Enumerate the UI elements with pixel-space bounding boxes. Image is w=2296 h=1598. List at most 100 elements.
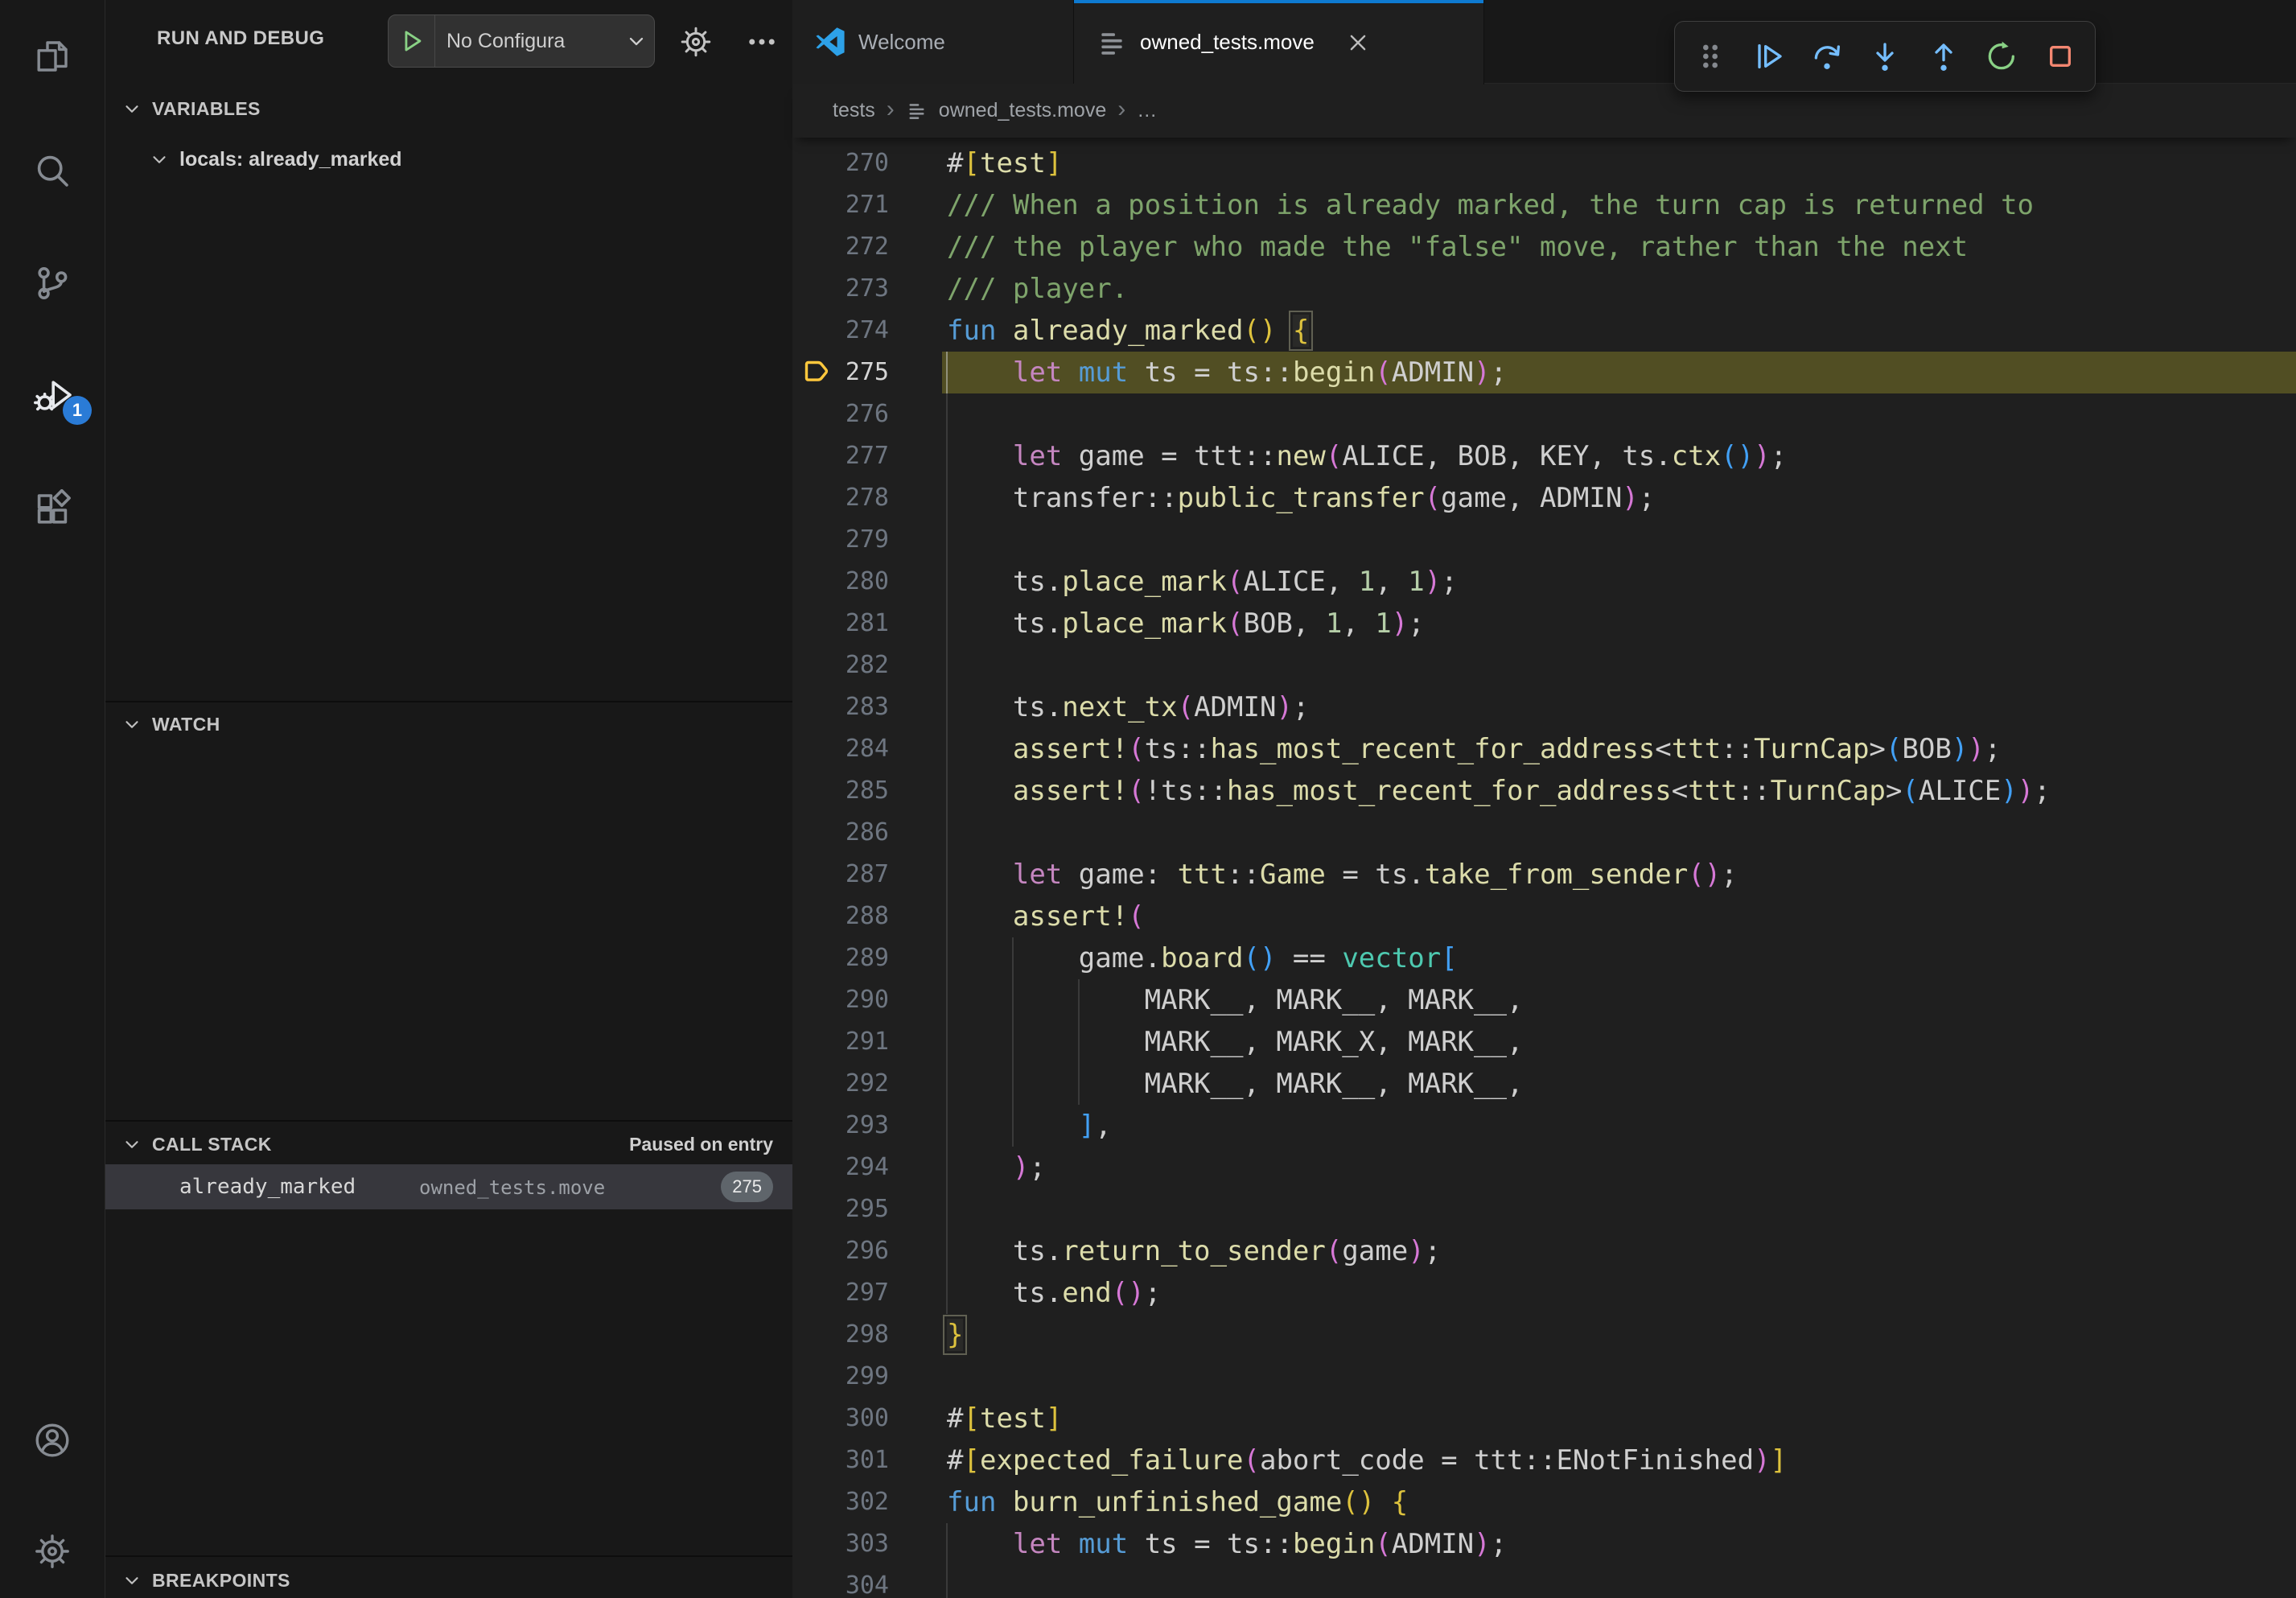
- code-line: 296 ts.return_to_sender(game);: [792, 1230, 2296, 1272]
- step-into-button[interactable]: [1862, 30, 1908, 83]
- chevron-down-icon: [149, 149, 170, 170]
- code-line-text: assert!(!ts::has_most_recent_for_address…: [947, 770, 2051, 812]
- section-divider: [105, 1120, 792, 1122]
- line-number: 273: [792, 268, 889, 310]
- code-line: 301 #[expected_failure(abort_code = ttt::…: [792, 1439, 2296, 1481]
- breadcrumb-item[interactable]: tests: [833, 99, 875, 122]
- breakpoints-section-header[interactable]: BREAKPOINTS: [105, 1561, 792, 1598]
- code-line-text: ],: [947, 1105, 1112, 1147]
- activity-bar: 1: [0, 0, 105, 1598]
- tab-label: owned_tests.move: [1140, 30, 1315, 55]
- line-number: 297: [792, 1272, 889, 1314]
- extensions-icon: [33, 489, 72, 528]
- activity-bar-item-search[interactable]: [0, 146, 105, 195]
- debug-count-badge: 1: [63, 396, 92, 425]
- step-over-button[interactable]: [1804, 30, 1850, 83]
- debug-config-dropdown[interactable]: No Configura: [388, 14, 655, 68]
- code-line-text: let game = ttt::new(ALICE, BOB, KEY, ts.…: [947, 435, 1787, 477]
- code-editor[interactable]: 270#[test]271/// When a position is alre…: [792, 138, 2296, 1598]
- code-line: 286: [792, 812, 2296, 854]
- code-line: 271/// When a position is already marked…: [792, 184, 2296, 226]
- code-line: 303 let mut ts = ts::begin(ADMIN);: [792, 1523, 2296, 1565]
- breadcrumb-separator-icon: ›: [887, 97, 895, 125]
- sidebar-title: RUN AND DEBUG: [157, 27, 324, 50]
- activity-bar-item-extensions[interactable]: [0, 484, 105, 533]
- code-line-text: /// the player who made the "false" move…: [947, 226, 1968, 268]
- call-stack-section-header[interactable]: CALL STACK Paused on entry: [105, 1125, 792, 1163]
- code-line-text: #[expected_failure(abort_code = ttt::ENo…: [947, 1439, 1787, 1481]
- line-number: 302: [792, 1481, 889, 1523]
- code-line-text: assert!(ts::has_most_recent_for_address<…: [947, 728, 2001, 770]
- activity-bar-item-settings[interactable]: [0, 1527, 105, 1575]
- locals-scope-row[interactable]: locals: already_marked: [105, 140, 792, 179]
- code-line-text: MARK__, MARK_X, MARK__,: [947, 1021, 1523, 1063]
- chevron-down-icon: [619, 30, 654, 52]
- activity-bar-item-run-and-debug[interactable]: 1: [0, 372, 105, 420]
- code-line: 292 MARK__, MARK__, MARK__,: [792, 1063, 2296, 1105]
- activity-bar-item-explorer[interactable]: [0, 32, 105, 80]
- breadcrumb-item[interactable]: owned_tests.move: [939, 99, 1106, 122]
- line-number: 301: [792, 1439, 889, 1481]
- chevron-down-icon: [121, 98, 142, 119]
- watch-section-header[interactable]: WATCH: [105, 705, 792, 743]
- call-stack-frame-row[interactable]: already_marked owned_tests.move 275: [105, 1164, 792, 1209]
- line-number: 276: [792, 393, 889, 435]
- code-line-text: );: [947, 1147, 1046, 1188]
- line-number: 285: [792, 770, 889, 812]
- drag-grip[interactable]: [1687, 30, 1734, 83]
- drag-grip-icon: [1694, 40, 1726, 72]
- code-line: 283 ts.next_tx(ADMIN);: [792, 686, 2296, 728]
- activity-bar-item-account[interactable]: [0, 1416, 105, 1464]
- line-number: 303: [792, 1523, 889, 1565]
- debug-status-badge: Paused on entry: [629, 1134, 773, 1155]
- stop-button[interactable]: [2037, 30, 2084, 83]
- views-more-actions-button[interactable]: [744, 24, 780, 60]
- code-line-text: ts.return_to_sender(game);: [947, 1230, 1441, 1272]
- tab-welcome[interactable]: Welcome: [792, 0, 1074, 84]
- code-line-text: assert!(: [947, 896, 1145, 937]
- code-line-text: }: [947, 1314, 963, 1356]
- variables-section-header[interactable]: VARIABLES: [105, 89, 792, 128]
- line-number: 300: [792, 1398, 889, 1439]
- line-number: 288: [792, 896, 889, 937]
- restart-icon: [1985, 40, 2018, 72]
- breadcrumb: tests›owned_tests.move›…: [792, 84, 2296, 138]
- start-debugging-play-icon[interactable]: [389, 15, 435, 67]
- code-line-text: fun burn_unfinished_game() {: [947, 1481, 1408, 1523]
- breadcrumb-item[interactable]: …: [1137, 99, 1157, 122]
- code-line: 273/// player.: [792, 268, 2296, 310]
- code-line: 278 transfer::public_transfer(game, ADMI…: [792, 477, 2296, 519]
- tab-owned-tests-move[interactable]: owned_tests.move: [1074, 0, 1484, 84]
- code-line: 270#[test]: [792, 142, 2296, 184]
- debug-config-label: No Configura: [435, 30, 619, 53]
- step-into-icon: [1869, 40, 1901, 72]
- line-number: 304: [792, 1565, 889, 1598]
- current-line-marker-icon[interactable]: [803, 357, 830, 388]
- frame-line-badge: 275: [721, 1172, 773, 1202]
- code-line: 304: [792, 1565, 2296, 1598]
- frame-function-name: already_marked: [179, 1173, 356, 1201]
- activity-bar-item-source-control[interactable]: [0, 259, 105, 307]
- source-control-icon: [33, 264, 72, 303]
- vscode-window: 1 RUN AND DEBUG No Configura VARIABLES l…: [0, 0, 2296, 1598]
- line-number: 295: [792, 1188, 889, 1230]
- variables-section-label: VARIABLES: [152, 98, 261, 120]
- settings-gear-icon: [33, 1532, 72, 1571]
- line-number: 277: [792, 435, 889, 477]
- code-line: 290 MARK__, MARK__, MARK__,: [792, 979, 2296, 1021]
- files-icon: [33, 37, 72, 76]
- indent-guide: [946, 519, 948, 561]
- code-line-text: ts.end();: [947, 1272, 1161, 1314]
- locals-scope-label: locals: already_marked: [179, 148, 402, 171]
- restart-button[interactable]: [1978, 30, 2025, 83]
- chevron-down-icon: [121, 1570, 142, 1591]
- continue-button[interactable]: [1745, 30, 1792, 83]
- code-line: 272/// the player who made the "false" m…: [792, 226, 2296, 268]
- debug-settings-gear-button[interactable]: [678, 24, 714, 60]
- close-icon[interactable]: [1345, 30, 1371, 56]
- line-number: 279: [792, 519, 889, 561]
- move-file-icon: [906, 100, 928, 121]
- step-out-button[interactable]: [1920, 30, 1967, 83]
- breakpoints-section-label: BREAKPOINTS: [152, 1570, 290, 1592]
- code-line-text: ts.place_mark(BOB, 1, 1);: [947, 603, 1425, 645]
